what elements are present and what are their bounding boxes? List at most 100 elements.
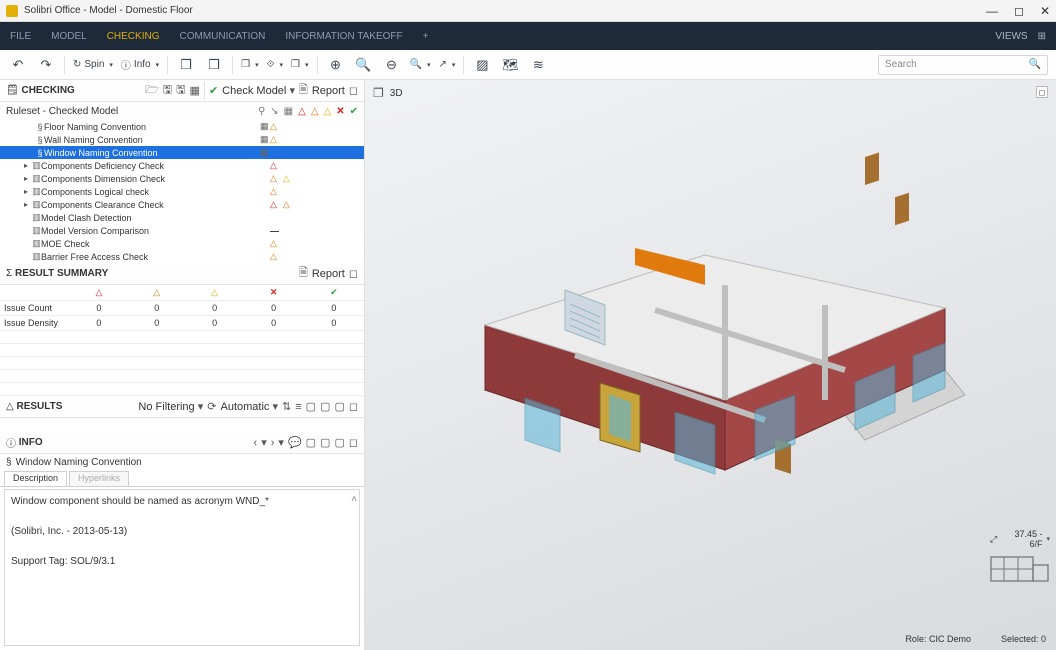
cube-tool-2[interactable]: ❒ — [204, 55, 224, 75]
info-line: Window component should be named as acro… — [11, 494, 353, 509]
tab-description[interactable]: Description — [4, 471, 67, 486]
x-red-icon[interactable]: ✕ — [336, 106, 344, 117]
next-button[interactable]: › — [271, 437, 275, 449]
expand-icon[interactable]: ⤢ — [990, 534, 997, 545]
act2-icon[interactable]: ▢ — [320, 400, 330, 413]
model-3d — [425, 140, 985, 500]
act1-icon[interactable]: ▢ — [306, 400, 316, 413]
checking-panel: 🗒 CHECKING 🗁 🖫 🖫 ▦ ✔ Check Model ▾ 🗎 Rep… — [0, 80, 364, 263]
section-tool[interactable]: ▨ — [472, 55, 492, 75]
rule-row[interactable]: §Wall Naming Convention▦△ — [0, 133, 364, 146]
menu-model[interactable]: MODEL — [51, 31, 87, 42]
viewport-maximize-button[interactable]: ◻ — [1036, 86, 1048, 98]
bubble-green-icon[interactable]: 💬 — [288, 436, 302, 449]
rule-row[interactable]: ▸▥Components Clearance Check△△ — [0, 198, 364, 211]
panel-max-icon[interactable]: ◻ — [349, 267, 358, 280]
next-menu[interactable]: ▾ — [278, 436, 284, 449]
filtering-dropdown[interactable]: No Filtering ▾ — [138, 400, 203, 413]
rule-row[interactable]: §Floor Naming Convention▦△ — [0, 120, 364, 133]
floor-label: 37.45 - 6/F — [1001, 529, 1042, 549]
prev-button[interactable]: ‹ — [254, 437, 258, 449]
rule-row[interactable]: ▥MOE Check△ — [0, 237, 364, 250]
title-bar: Solibri Office - Model - Domestic Floor … — [0, 0, 1056, 22]
undo-button[interactable]: ↶ — [8, 55, 28, 75]
rule-row[interactable]: §Window Naming Convention▦ — [0, 146, 364, 159]
automatic-dropdown[interactable]: Automatic ▾ — [220, 400, 278, 413]
scroll-up-icon[interactable]: ˄ — [351, 492, 357, 507]
close-button[interactable]: ✕ — [1040, 4, 1050, 18]
floor-plan-icon — [990, 551, 1050, 587]
cube-tool-1[interactable]: ❒ — [176, 55, 196, 75]
open-icon[interactable]: 🗁 — [145, 81, 159, 100]
viewport-3d[interactable]: ❐ 3D ◻ — [365, 80, 1056, 650]
rule-row[interactable]: ▸▥Components Dimension Check△△ — [0, 172, 364, 185]
panel-max-icon[interactable]: ◻ — [349, 400, 358, 413]
rule-row[interactable]: ▥Barrier Free Access Check△ — [0, 250, 364, 263]
menu-checking[interactable]: CHECKING — [107, 31, 160, 42]
check-green-icon[interactable]: ✔ — [350, 106, 358, 117]
separator — [463, 56, 464, 74]
grid-icon[interactable]: ▦ — [284, 106, 293, 117]
markup-tool[interactable]: 🗺 — [500, 55, 520, 75]
act3-icon[interactable]: ▢ — [334, 436, 344, 449]
zoom-dropdown[interactable]: 🔍▾ — [410, 55, 431, 75]
table-row: Issue Density 00000 — [0, 316, 364, 331]
act1-icon[interactable]: ▢ — [306, 436, 316, 449]
rule-list: §Floor Naming Convention▦△§Wall Naming C… — [0, 120, 364, 263]
menu-add[interactable]: + — [423, 31, 429, 42]
link-icon[interactable]: ⚲ — [258, 106, 265, 117]
left-panel: 🗒 CHECKING 🗁 🖫 🖫 ▦ ✔ Check Model ▾ 🗎 Rep… — [0, 80, 365, 650]
spin-dropdown[interactable]: ↻ Spin ▾ — [73, 55, 113, 75]
report-label[interactable]: Report — [312, 268, 345, 280]
panel-max-icon[interactable]: ◻ — [349, 84, 358, 97]
floor-dropdown[interactable]: ▾ — [1046, 535, 1050, 543]
rule-row[interactable]: ▸▥Components Deficiency Check△ — [0, 159, 364, 172]
maximize-button[interactable]: ◻ — [1014, 4, 1024, 18]
zoom-extents-button[interactable]: ⊕ — [326, 55, 346, 75]
menu-information-takeoff[interactable]: INFORMATION TAKEOFF — [285, 31, 402, 42]
menu-file[interactable]: FILE — [10, 31, 31, 42]
measure-dropdown[interactable]: ↗▾ — [438, 55, 455, 75]
sigma-icon: Σ — [6, 268, 12, 279]
check-model-dropdown[interactable]: Check Model ▾ — [222, 84, 295, 97]
minimize-button[interactable]: — — [986, 4, 998, 18]
rule-row[interactable]: ▸▥Components Logical check△ — [0, 185, 364, 198]
info-dropdown[interactable]: ⓘ Info ▾ — [121, 55, 159, 75]
tag-icon[interactable]: ↘ — [270, 106, 278, 117]
act2-icon[interactable]: ▢ — [320, 436, 330, 449]
search-icon: 🔍 — [1029, 59, 1041, 70]
search-input[interactable]: Search 🔍 — [878, 55, 1048, 75]
views-button[interactable]: VIEWS — [995, 31, 1027, 42]
layers-tool[interactable]: ≋ — [528, 55, 548, 75]
zoom-out-button[interactable]: ⊖ — [382, 55, 402, 75]
layout-icon[interactable]: ▦ — [190, 84, 200, 97]
prev-menu[interactable]: ▾ — [261, 436, 267, 449]
separator — [64, 56, 65, 74]
tri-red-icon[interactable]: △ — [298, 106, 306, 117]
layout-icon[interactable]: ⊞ — [1038, 31, 1046, 42]
save-as-icon[interactable]: 🖫 — [176, 81, 185, 100]
cube-dropdown-1[interactable]: ❒▾ — [241, 55, 258, 75]
report-button[interactable]: Report — [312, 85, 345, 97]
report-icon[interactable]: 🗎 — [299, 264, 308, 283]
redo-button[interactable]: ↷ — [36, 55, 56, 75]
tri-yellow-icon[interactable]: △ — [324, 106, 332, 117]
info-icon: ⓘ — [6, 435, 16, 450]
menu-communication[interactable]: COMMUNICATION — [179, 31, 265, 42]
check-icon[interactable]: ✔ — [209, 84, 218, 97]
rule-row[interactable]: ▥Model Version Comparison— — [0, 224, 364, 237]
cube-dropdown-3[interactable]: ❒▾ — [291, 55, 308, 75]
toolbar: ↶ ↷ ↻ Spin ▾ ⓘ Info ▾ ❒ ❒ ❒▾ ⟐▾ ❒▾ ⊕ 🔍 ⊖… — [0, 50, 1056, 80]
tab-hyperlinks[interactable]: Hyperlinks — [69, 471, 129, 486]
list-icon[interactable]: ≡ — [295, 401, 301, 413]
panel-max-icon[interactable]: ◻ — [349, 436, 358, 449]
tri-orange-icon[interactable]: △ — [311, 106, 319, 117]
save-icon[interactable]: 🖫 — [163, 81, 172, 100]
zoom-in-button[interactable]: 🔍 — [354, 55, 374, 75]
sort-icon[interactable]: ⇅ — [282, 400, 291, 413]
report-icon[interactable]: 🗎 — [299, 81, 308, 100]
minimap[interactable]: ⤢ 37.45 - 6/F ▾ — [990, 529, 1050, 590]
rule-row[interactable]: ▥Model Clash Detection — [0, 211, 364, 224]
cube-dropdown-2[interactable]: ⟐▾ — [267, 55, 283, 75]
act3-icon[interactable]: ▢ — [334, 400, 344, 413]
